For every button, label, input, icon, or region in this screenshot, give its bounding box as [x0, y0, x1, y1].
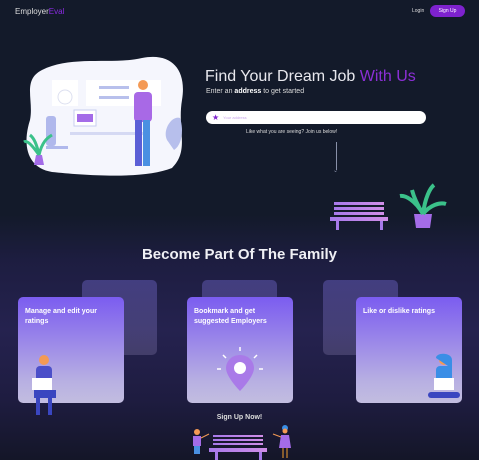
logo-main: Employer	[15, 7, 49, 16]
star-icon: ★	[212, 113, 220, 122]
card-label: Bookmark and get suggested Employers	[194, 308, 267, 325]
feature-card-bookmark: Bookmark and get suggested Employers	[187, 297, 293, 403]
hero-title-main: Find Your Dream Job	[205, 68, 360, 85]
down-arrow-icon	[336, 142, 337, 170]
feature-card-like: Like or dislike ratings	[356, 297, 462, 403]
address-input[interactable]	[223, 115, 404, 120]
person-laptop-icon	[428, 353, 460, 398]
address-search[interactable]: ★	[206, 111, 426, 124]
feature-card-ratings: Manage and edit your ratings	[18, 297, 124, 415]
hero-illustration	[23, 56, 183, 176]
join-prompt: Like what you are seeing? Join us below!	[246, 129, 338, 135]
arrow-head-icon: ⌄	[333, 168, 339, 174]
subtitle-pre: Enter an	[206, 88, 235, 95]
logo[interactable]: EmployerEval	[15, 7, 64, 16]
card-label: Manage and edit your ratings	[25, 308, 97, 325]
signup-button[interactable]: Sign Up	[430, 5, 465, 17]
subtitle-post: to get started	[261, 88, 305, 95]
hero-title: Find Your Dream Job With Us	[205, 68, 416, 86]
section-title: Become Part Of The Family	[141, 246, 338, 263]
signup-illustration	[193, 425, 291, 460]
card-label: Like or dislike ratings	[363, 308, 435, 315]
subtitle-bold: address	[234, 88, 262, 95]
bench-plant-illustration	[330, 183, 447, 230]
hero-title-accent: With Us	[359, 68, 416, 85]
signup-now-link[interactable]: Sign Up Now!	[0, 414, 479, 421]
location-pin-icon	[217, 347, 263, 391]
hero-subtitle: Enter an address to get started	[206, 88, 304, 95]
login-link[interactable]: Login	[412, 8, 424, 14]
person-laptop-icon	[32, 355, 56, 415]
logo-accent: Eval	[48, 7, 65, 16]
